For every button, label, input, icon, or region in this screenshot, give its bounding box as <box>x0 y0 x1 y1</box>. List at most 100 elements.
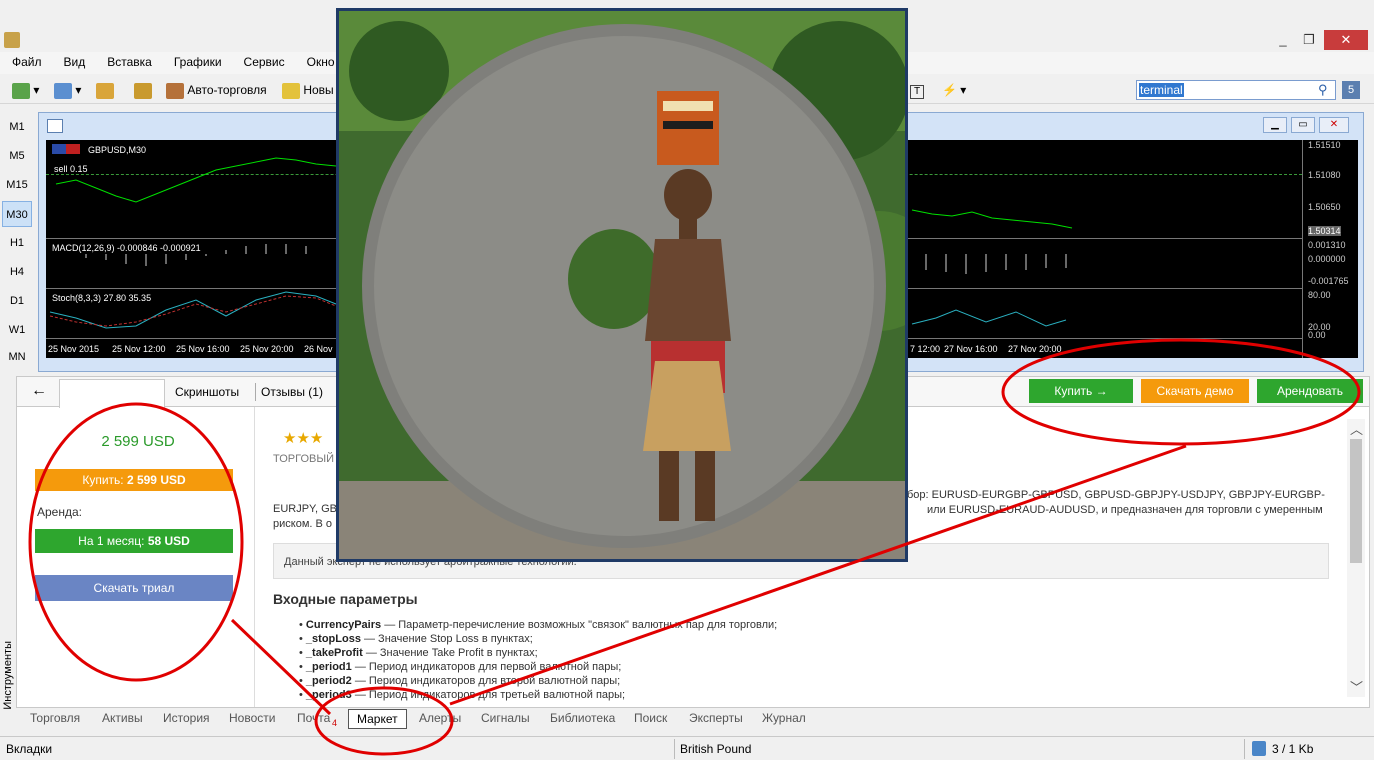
menu-insert[interactable]: Вставка <box>95 52 162 69</box>
download-demo-button[interactable]: Скачать демо <box>1141 379 1249 403</box>
objects-button[interactable]: ⚡ ▾ <box>942 80 966 100</box>
market-watch-button[interactable] <box>96 80 114 100</box>
tab-mailbox[interactable]: Почта <box>297 711 330 725</box>
stoch-level: 0.00 <box>1308 330 1326 340</box>
scroll-down-icon[interactable]: ﹀ <box>1350 677 1363 696</box>
status-symbol: British Pound <box>680 742 752 756</box>
new-order-button[interactable]: Новы <box>282 80 334 100</box>
rent-label: Аренда: <box>37 505 82 519</box>
status-left: Вкладки <box>6 742 53 756</box>
new-order-label: Новы <box>303 83 334 97</box>
timeframe-m15[interactable]: M15 <box>2 172 32 198</box>
text-tool-button[interactable]: T <box>910 80 924 100</box>
timeframe-m1[interactable]: M1 <box>2 114 32 140</box>
search-input[interactable]: terminal <box>1136 80 1336 100</box>
timeframe-d1[interactable]: D1 <box>2 288 32 314</box>
rent-button[interactable]: Арендовать <box>1257 379 1363 403</box>
param-item: • CurrencyPairs — Параметр-перечисление … <box>299 619 778 631</box>
new-order-icon <box>282 82 300 99</box>
tab-experts[interactable]: Эксперты <box>689 711 743 725</box>
timeframe-h4[interactable]: H4 <box>2 259 32 285</box>
timeframe-bar: M1 M5 M15 M30 H1 H4 D1 W1 MN <box>0 112 34 372</box>
overlay-photo <box>336 8 908 562</box>
toolbox-side-label[interactable]: Инструменты <box>2 380 16 710</box>
rating-stars: ★★★ <box>283 430 324 447</box>
status-divider <box>674 739 675 759</box>
download-trial-button[interactable]: Скачать триал <box>35 575 233 601</box>
param-item: • _takeProfit — Значение Take Profit в п… <box>299 647 538 659</box>
timeframe-mn[interactable]: MN <box>2 344 32 370</box>
scrollbar[interactable]: ︿ ﹀ <box>1347 419 1365 697</box>
auto-trading-label: Авто-торговля <box>187 83 267 97</box>
close-button[interactable]: ✕ <box>1324 30 1368 50</box>
scroll-up-icon[interactable]: ︿ <box>1350 419 1363 438</box>
macd-level: 0.000000 <box>1308 254 1346 264</box>
params-list: • CurrencyPairs — Параметр-перечисление … <box>299 619 777 703</box>
robot-icon <box>166 82 184 99</box>
status-divider <box>1244 739 1245 759</box>
back-button[interactable]: ← <box>23 381 55 403</box>
description-line: или EURUSD-EURAUD-AUDUSD, и предназначен… <box>927 504 1323 516</box>
new-chart-button[interactable]: ▾ <box>12 80 39 100</box>
timeframe-h1[interactable]: H1 <box>2 230 32 256</box>
tab-signals[interactable]: Сигналы <box>481 711 530 725</box>
tab-exposure[interactable]: Активы <box>102 711 143 725</box>
tab-market[interactable]: Маркет <box>348 709 407 729</box>
market-watch-icon <box>96 82 114 99</box>
notification-badge[interactable]: 5 <box>1342 81 1360 99</box>
text-icon: T <box>910 85 924 99</box>
tab-journal[interactable]: Журнал <box>762 711 806 725</box>
timeframe-m30[interactable]: M30 <box>2 201 32 227</box>
stoch-level: 80.00 <box>1308 290 1331 300</box>
status-traffic: 3 / 1 Kb <box>1272 742 1314 756</box>
stoch-main-line-right <box>911 309 1067 327</box>
stoch-main-line <box>49 291 337 329</box>
chart-maximize-button[interactable]: ▭ <box>1291 117 1315 133</box>
tab-overview[interactable] <box>59 379 165 408</box>
buy-price-button[interactable]: Купить: 2 599 USD <box>35 469 233 491</box>
tab-screenshots[interactable]: Скриншоты <box>175 385 239 399</box>
product-card: 2 599 USD Купить: 2 599 USD Аренда: На 1… <box>21 407 255 707</box>
macd-level: 0.001310 <box>1308 240 1346 250</box>
buy-button[interactable]: Купить → <box>1029 379 1133 403</box>
app-icon <box>4 32 20 48</box>
chart-close-button[interactable]: ✕ <box>1319 117 1349 133</box>
product-price: 2 599 USD <box>101 433 175 450</box>
macd-level: -0.001765 <box>1308 276 1349 286</box>
auto-trading-button[interactable]: Авто-торговля <box>166 80 267 100</box>
chart-window-icon <box>47 119 63 133</box>
tab-search[interactable]: Поиск <box>634 711 667 725</box>
navigator-button[interactable] <box>134 80 152 100</box>
scroll-thumb[interactable] <box>1350 439 1362 563</box>
search-icon[interactable]: ⚲ <box>1318 82 1328 98</box>
connection-icon <box>1252 741 1266 756</box>
param-item: • _period1 — Период индикаторов для перв… <box>299 661 622 673</box>
price-series-left <box>55 157 337 203</box>
rent-month-button[interactable]: На 1 месяц: 58 USD <box>35 529 233 553</box>
tab-alerts[interactable]: Алерты <box>419 711 461 725</box>
current-price-tag: 1.50314 <box>1308 226 1341 236</box>
menu-tools[interactable]: Сервис <box>232 52 295 69</box>
timeframe-w1[interactable]: W1 <box>2 317 32 343</box>
param-item: • _period3 — Период индикаторов для трет… <box>299 689 626 701</box>
tab-history[interactable]: История <box>163 711 210 725</box>
price-level: 1.51080 <box>1308 170 1341 180</box>
menu-charts[interactable]: Графики <box>162 52 232 69</box>
price-series-right <box>911 209 1073 229</box>
tab-reviews[interactable]: Отзывы (1) <box>261 385 323 399</box>
timeframe-m5[interactable]: M5 <box>2 143 32 169</box>
tab-news[interactable]: Новости <box>229 711 275 725</box>
menu-file[interactable]: Файл <box>0 52 52 69</box>
tab-trade[interactable]: Торговля <box>30 711 80 725</box>
description-line: риском. В о <box>273 518 333 530</box>
chart-minimize-button[interactable]: ▁ <box>1263 117 1287 133</box>
profiles-button[interactable]: ▾ <box>54 80 81 100</box>
minimize-button[interactable]: _ <box>1270 30 1296 50</box>
tab-library[interactable]: Библиотека <box>550 711 615 725</box>
restore-button[interactable]: ❐ <box>1296 30 1322 50</box>
price-axis-line <box>1302 140 1303 358</box>
menu-view[interactable]: Вид <box>52 52 96 69</box>
param-item: • _period2 — Период индикаторов для втор… <box>299 675 621 687</box>
shapes-icon: ⚡ <box>942 83 957 97</box>
price-level: 1.51510 <box>1308 140 1341 150</box>
